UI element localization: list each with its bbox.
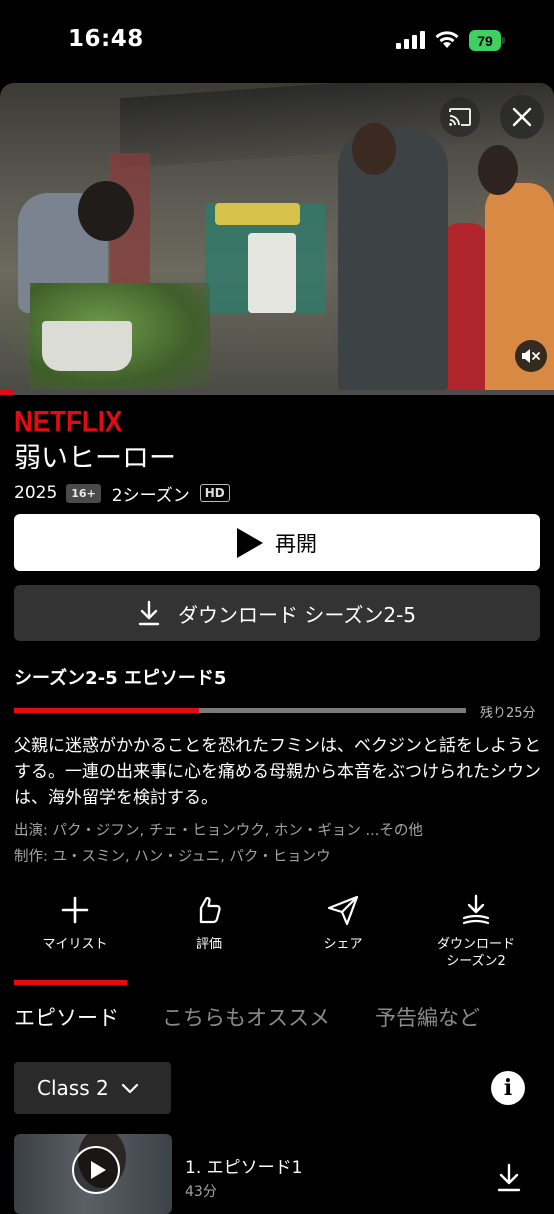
info-icon[interactable]: i	[491, 1071, 525, 1105]
active-tab-indicator	[14, 980, 127, 985]
download-icon	[138, 600, 160, 626]
my-list-label: マイリスト	[42, 937, 108, 952]
episode-title[interactable]: 1. エピソード1	[185, 1153, 302, 1178]
status-time: 16:48	[68, 26, 144, 52]
episode-progress-fill	[14, 708, 200, 713]
tab-trailers[interactable]: 予告編など	[375, 1002, 480, 1032]
download-season2-label-line2: シーズン2	[446, 954, 506, 969]
download-label: ダウンロード シーズン2-5	[177, 602, 417, 627]
download-icon	[462, 894, 490, 925]
season-dropdown[interactable]: Class 2	[14, 1062, 171, 1114]
play-circle-icon	[72, 1146, 120, 1194]
download-icon[interactable]	[496, 1163, 522, 1193]
resume-button[interactable]: 再開	[14, 514, 540, 571]
episode-progress-bar	[14, 708, 466, 713]
tab-recommended[interactable]: こちらもオススメ	[162, 1002, 330, 1032]
episode-thumbnail[interactable]	[14, 1134, 172, 1214]
battery-icon: 79	[469, 30, 505, 51]
current-episode-heading: シーズン2-5 エピソード5	[14, 668, 227, 689]
plus-icon	[61, 896, 89, 924]
rate-button[interactable]: 評価	[154, 894, 264, 953]
release-year: 2025	[14, 483, 58, 503]
close-button[interactable]	[500, 95, 544, 139]
cast-button[interactable]	[440, 97, 480, 137]
play-icon	[237, 527, 263, 558]
download-season2-label-line1: ダウンロード	[436, 937, 515, 952]
speaker-muted-icon	[522, 349, 540, 363]
credits[interactable]: 出演: パク・ジフン, チェ・ヒョンウク, ホン・ギョン ...その他 制作: …	[14, 818, 542, 870]
episode-synopsis: 父親に迷惑がかかることを恐れたフミンは、ベクジンと話をしようとする。一連の出来事…	[14, 736, 541, 808]
rate-label: 評価	[195, 937, 222, 952]
cast-list[interactable]: 出演: パク・ジフン, チェ・ヒョンウク, ホン・ギョン ...その他	[14, 818, 542, 844]
season-count: 2シーズン	[111, 485, 190, 506]
send-icon	[327, 895, 359, 926]
download-season-button[interactable]: ダウンロード シーズン2-5	[14, 585, 540, 641]
close-icon	[512, 107, 532, 127]
resume-label: 再開	[275, 531, 317, 556]
mute-button[interactable]	[515, 340, 547, 372]
download-season2-button[interactable]: ダウンロード シーズン2	[421, 894, 531, 970]
creators-list: 制作: ユ・スミン, ハン・ジュニ, パク・ヒョンウ	[14, 849, 331, 865]
time-remaining: 残り25分	[480, 706, 536, 721]
show-metadata: 2025 16+ 2シーズン HD	[14, 480, 230, 506]
my-list-button[interactable]: マイリスト	[20, 894, 130, 953]
hd-badge: HD	[199, 484, 230, 502]
netflix-logo: NETFLIX	[14, 404, 123, 439]
share-button[interactable]: シェア	[288, 894, 398, 953]
chevron-down-icon	[121, 1083, 138, 1094]
age-rating-badge: 16+	[66, 483, 101, 503]
show-title: 弱いヒーロー	[14, 443, 176, 474]
season-dropdown-value: Class 2	[37, 1076, 109, 1100]
thumbs-up-icon	[199, 896, 221, 924]
share-label: シェア	[323, 937, 363, 952]
battery-level: 79	[469, 30, 501, 51]
video-progress-bar[interactable]	[0, 390, 554, 395]
episode-duration: 43分	[185, 1184, 217, 1200]
cellular-signal-icon	[396, 31, 425, 49]
tab-episodes[interactable]: エピソード	[14, 1002, 119, 1032]
wifi-icon	[435, 31, 459, 48]
video-progress-fill	[0, 390, 14, 395]
cast-icon	[449, 108, 471, 126]
